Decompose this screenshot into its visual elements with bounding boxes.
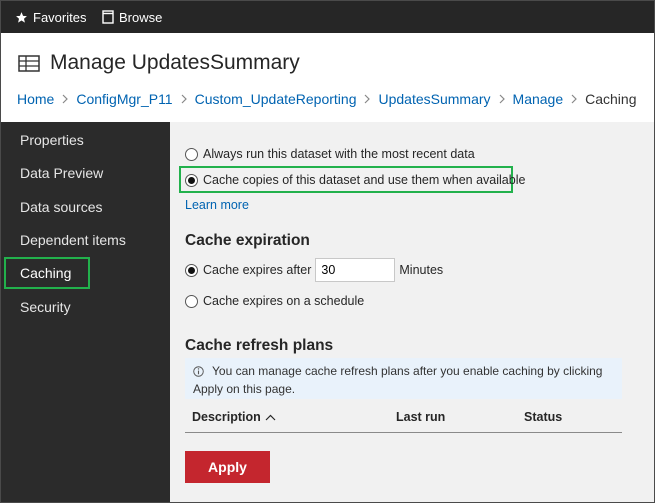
expires-schedule-option[interactable]: Cache expires on a schedule — [185, 294, 364, 308]
cache-copies-radio[interactable] — [185, 173, 198, 187]
breadcrumb: Home ConfigMgr_P11 Custom_UpdateReportin… — [17, 90, 637, 108]
minutes-unit-label: Minutes — [399, 263, 444, 277]
sidebar-item-data-sources[interactable]: Data sources — [4, 191, 165, 223]
star-icon — [15, 11, 28, 24]
page-header: Manage UpdatesSummary — [18, 49, 300, 77]
caching-panel: Always run this dataset with the most re… — [170, 122, 654, 502]
column-header-status[interactable]: Status — [524, 410, 562, 424]
run-always-label: Always run this dataset with the most re… — [203, 147, 475, 161]
breadcrumb-configmgr[interactable]: ConfigMgr_P11 — [76, 91, 172, 107]
breadcrumb-manage[interactable]: Manage — [513, 91, 564, 107]
table-header-divider — [185, 432, 622, 433]
learn-more-link[interactable]: Learn more — [185, 198, 249, 212]
chevron-right-icon — [364, 94, 371, 104]
browse-icon — [102, 10, 114, 24]
favorites-label: Favorites — [33, 9, 87, 25]
sidebar-item-caching[interactable]: Caching — [4, 257, 90, 289]
expires-schedule-label: Cache expires on a schedule — [203, 294, 365, 308]
breadcrumb-current: Caching — [585, 91, 637, 107]
breadcrumb-custom-update-reporting[interactable]: Custom_UpdateReporting — [195, 91, 357, 107]
cache-expiration-heading: Cache expiration — [185, 232, 310, 249]
sort-ascending-icon — [265, 414, 276, 421]
app-window: Favorites Browse Manage UpdatesSummary H… — [0, 0, 655, 503]
sidebar-item-security[interactable]: Security — [4, 291, 165, 323]
expires-schedule-radio[interactable] — [185, 294, 198, 308]
chevron-right-icon — [181, 94, 187, 104]
info-text: You can manage cache refresh plans after… — [193, 364, 603, 396]
page-title: Manage UpdatesSummary — [50, 51, 300, 74]
favorites-button[interactable]: Favorites — [15, 1, 86, 33]
breadcrumb-updates-summary[interactable]: UpdatesSummary — [378, 91, 490, 107]
chevron-right-icon — [571, 94, 577, 104]
column-header-description-label: Description — [192, 410, 261, 424]
browse-button[interactable]: Browse — [102, 1, 162, 33]
sidebar-item-dependent-items[interactable]: Dependent items — [4, 224, 165, 256]
breadcrumb-home[interactable]: Home — [17, 91, 54, 107]
cache-copies-label: Cache copies of this dataset and use the… — [203, 173, 526, 187]
expires-after-option[interactable]: Cache expires after Minutes — [185, 258, 443, 282]
info-icon — [193, 365, 204, 381]
minutes-input[interactable] — [315, 258, 396, 282]
top-bar: Favorites Browse — [1, 1, 654, 33]
sidebar-item-data-preview[interactable]: Data Preview — [4, 157, 165, 189]
expires-after-label: Cache expires after — [203, 263, 312, 277]
chevron-right-icon — [499, 94, 505, 104]
run-always-radio[interactable] — [185, 147, 198, 161]
cache-refresh-plans-heading: Cache refresh plans — [185, 337, 334, 354]
browse-label: Browse — [119, 9, 163, 25]
sidebar-item-properties[interactable]: Properties — [4, 124, 165, 156]
run-always-option[interactable]: Always run this dataset with the most re… — [185, 147, 475, 161]
info-message: You can manage cache refresh plans after… — [185, 358, 622, 399]
column-header-last-run[interactable]: Last run — [396, 410, 445, 424]
sidebar: Properties Data Preview Data sources Dep… — [1, 122, 170, 502]
dataset-table-icon — [18, 54, 40, 72]
apply-button[interactable]: Apply — [185, 451, 270, 483]
chevron-right-icon — [62, 94, 69, 104]
column-header-description[interactable]: Description — [192, 410, 276, 424]
cache-copies-option[interactable]: Cache copies of this dataset and use the… — [185, 173, 525, 187]
expires-after-radio[interactable] — [185, 263, 198, 277]
